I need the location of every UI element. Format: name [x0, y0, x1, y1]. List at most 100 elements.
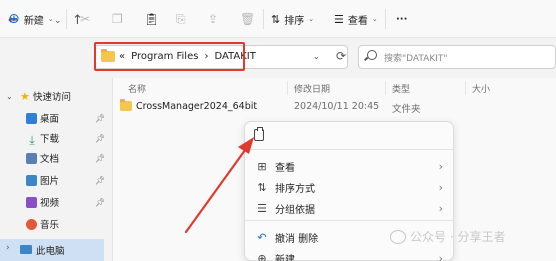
grid-icon: ⊞ [257, 159, 267, 173]
star-icon: ★ [20, 89, 30, 103]
watermark-text: 公众号 · 分享王者 [410, 230, 506, 244]
copy-button[interactable]: ❐ [112, 10, 123, 28]
rename-icon: ⎘ [176, 11, 186, 26]
sidebar-item-pictures[interactable]: 图片 📌︎ [0, 170, 110, 190]
chevron-down-icon: ⌄ [308, 15, 315, 23]
sort-button[interactable]: ⇅ 排序 ⌄ [271, 10, 314, 28]
pictures-icon [26, 174, 37, 186]
sidebar-quick-access[interactable]: ⌄ ★ 快速访问 [0, 86, 110, 106]
chevron-right-icon: › [438, 180, 443, 194]
chevron-down-icon[interactable]: ⌄ [6, 92, 13, 101]
share-icon: ⇪ [208, 12, 219, 26]
column-separator[interactable] [385, 81, 386, 95]
pin-icon: 📌︎ [95, 113, 106, 123]
download-icon: ⤓ [29, 132, 35, 147]
sort-button-label: 排序 [284, 15, 305, 27]
wechat-icon [390, 229, 406, 244]
chevron-right-icon[interactable]: › [6, 243, 10, 253]
sidebar-item-label: 桌面 [40, 114, 60, 125]
toolbar-separator [66, 9, 67, 29]
clipboard-icon: 📋︎ [144, 12, 160, 26]
pin-icon: 📌︎ [95, 153, 106, 163]
refresh-icon[interactable]: ⟳ [336, 49, 346, 63]
group-icon: ☰ [257, 201, 267, 215]
recent-locations-chevron-icon[interactable]: ⌄ [54, 16, 62, 26]
sidebar-item-music[interactable]: 音乐 [0, 214, 110, 234]
menu-item-label: 查看 [275, 162, 295, 174]
view-button[interactable]: ☰ 查看 ⌄ [334, 10, 378, 28]
menu-item-label: 撤消 删除 [275, 233, 319, 245]
file-date: 2024/10/11 20:45 [294, 101, 380, 112]
copy-icon: ❐ [112, 12, 123, 26]
menu-item-group-by[interactable]: ☰ 分组依据 › [245, 197, 453, 219]
chevron-right-icon: › [438, 201, 443, 215]
share-button[interactable]: ⇪ [208, 10, 218, 28]
forward-arrow-icon[interactable]: → [32, 13, 43, 28]
sort-icon: ⇅ [271, 12, 281, 26]
watermark: 公众号 · 分享王者 [390, 228, 505, 245]
toolbar-separator [263, 9, 264, 29]
command-bar: ⊕ 新建 ⌄ ✂ ❐ 📋︎ ⎘ ⇪ 🗑︎ ⇅ 排序 ⌄ ☰ 查看 ⌄ ··· [0, 0, 556, 38]
back-arrow-icon[interactable]: ← [8, 13, 19, 28]
file-type: 文件夹 [392, 104, 421, 115]
menu-item-label: 新建 [275, 254, 295, 261]
pin-icon: 📌︎ [95, 133, 106, 143]
menu-item-label: 排序方式 [275, 183, 315, 195]
computer-icon [20, 245, 32, 254]
sort-icon: ⇅ [257, 180, 267, 194]
column-header-name[interactable]: 名称 [128, 82, 146, 95]
chevron-down-icon: ⌄ [47, 15, 54, 23]
sidebar-item-label: 下载 [40, 134, 60, 145]
view-button-label: 查看 [347, 15, 368, 27]
new-icon: ⊕ [257, 251, 267, 261]
folder-icon [120, 99, 132, 111]
menu-item-new[interactable]: ⊕ 新建 › [245, 247, 453, 261]
up-arrow-icon[interactable]: ↑ [72, 13, 83, 28]
sidebar-item-this-pc[interactable]: › 此电脑 [0, 239, 104, 261]
menu-item-view[interactable]: ⊞ 查看 › [245, 155, 453, 177]
video-icon [26, 196, 37, 208]
menu-divider [245, 149, 453, 150]
sidebar-item-videos[interactable]: 视频 📌︎ [0, 192, 110, 212]
trash-icon: 🗑︎ [240, 12, 256, 26]
view-icon: ☰ [334, 12, 344, 26]
sidebar-item-label: 文档 [40, 154, 60, 165]
more-button[interactable]: ··· [396, 10, 407, 28]
pin-icon: 📌︎ [95, 175, 106, 185]
delete-button[interactable]: 🗑︎ [240, 10, 255, 28]
sidebar-item-downloads[interactable]: ⤓ 下载 📌︎ [0, 128, 110, 148]
pin-icon: 📌︎ [95, 197, 106, 207]
music-icon [26, 218, 37, 230]
column-separator[interactable] [465, 81, 466, 95]
menu-divider [245, 220, 453, 221]
sidebar-item-label: 视频 [40, 198, 60, 209]
sidebar-item-desktop[interactable]: 桌面 📌︎ [0, 108, 110, 128]
address-highlight-box [94, 42, 245, 71]
menu-item-sort-by[interactable]: ⇅ 排序方式 › [245, 176, 453, 198]
chevron-right-icon: › [438, 159, 443, 173]
sidebar-item-label: 音乐 [40, 220, 60, 231]
search-icon [367, 50, 377, 60]
more-icon: ··· [396, 13, 408, 25]
document-icon [26, 152, 37, 164]
rename-button[interactable]: ⎘ [176, 10, 186, 28]
column-header-date[interactable]: 修改日期 [294, 82, 330, 95]
toolbar-separator [385, 9, 386, 29]
undo-icon: ↶ [257, 230, 267, 244]
desktop-icon [26, 112, 37, 124]
paste-icon[interactable] [254, 127, 264, 141]
menu-item-label: 分组依据 [275, 204, 315, 216]
column-header-type[interactable]: 类型 [392, 82, 410, 95]
file-name: CrossManager2024_64bit [136, 101, 258, 112]
address-dropdown-chevron-icon[interactable]: ⌄ [313, 52, 320, 61]
paste-button[interactable]: 📋︎ [144, 10, 159, 28]
chevron-down-icon: ⌄ [371, 15, 378, 23]
column-separator[interactable] [287, 81, 288, 95]
sidebar-this-pc-label: 此电脑 [36, 246, 65, 257]
sidebar-item-label: 图片 [40, 176, 60, 187]
chevron-right-icon: › [438, 251, 443, 261]
sidebar-quick-access-label: 快速访问 [33, 92, 72, 103]
search-placeholder: 搜索"DATAKIT" [384, 54, 448, 64]
column-header-size[interactable]: 大小 [472, 82, 490, 95]
sidebar-item-documents[interactable]: 文档 📌︎ [0, 148, 110, 168]
